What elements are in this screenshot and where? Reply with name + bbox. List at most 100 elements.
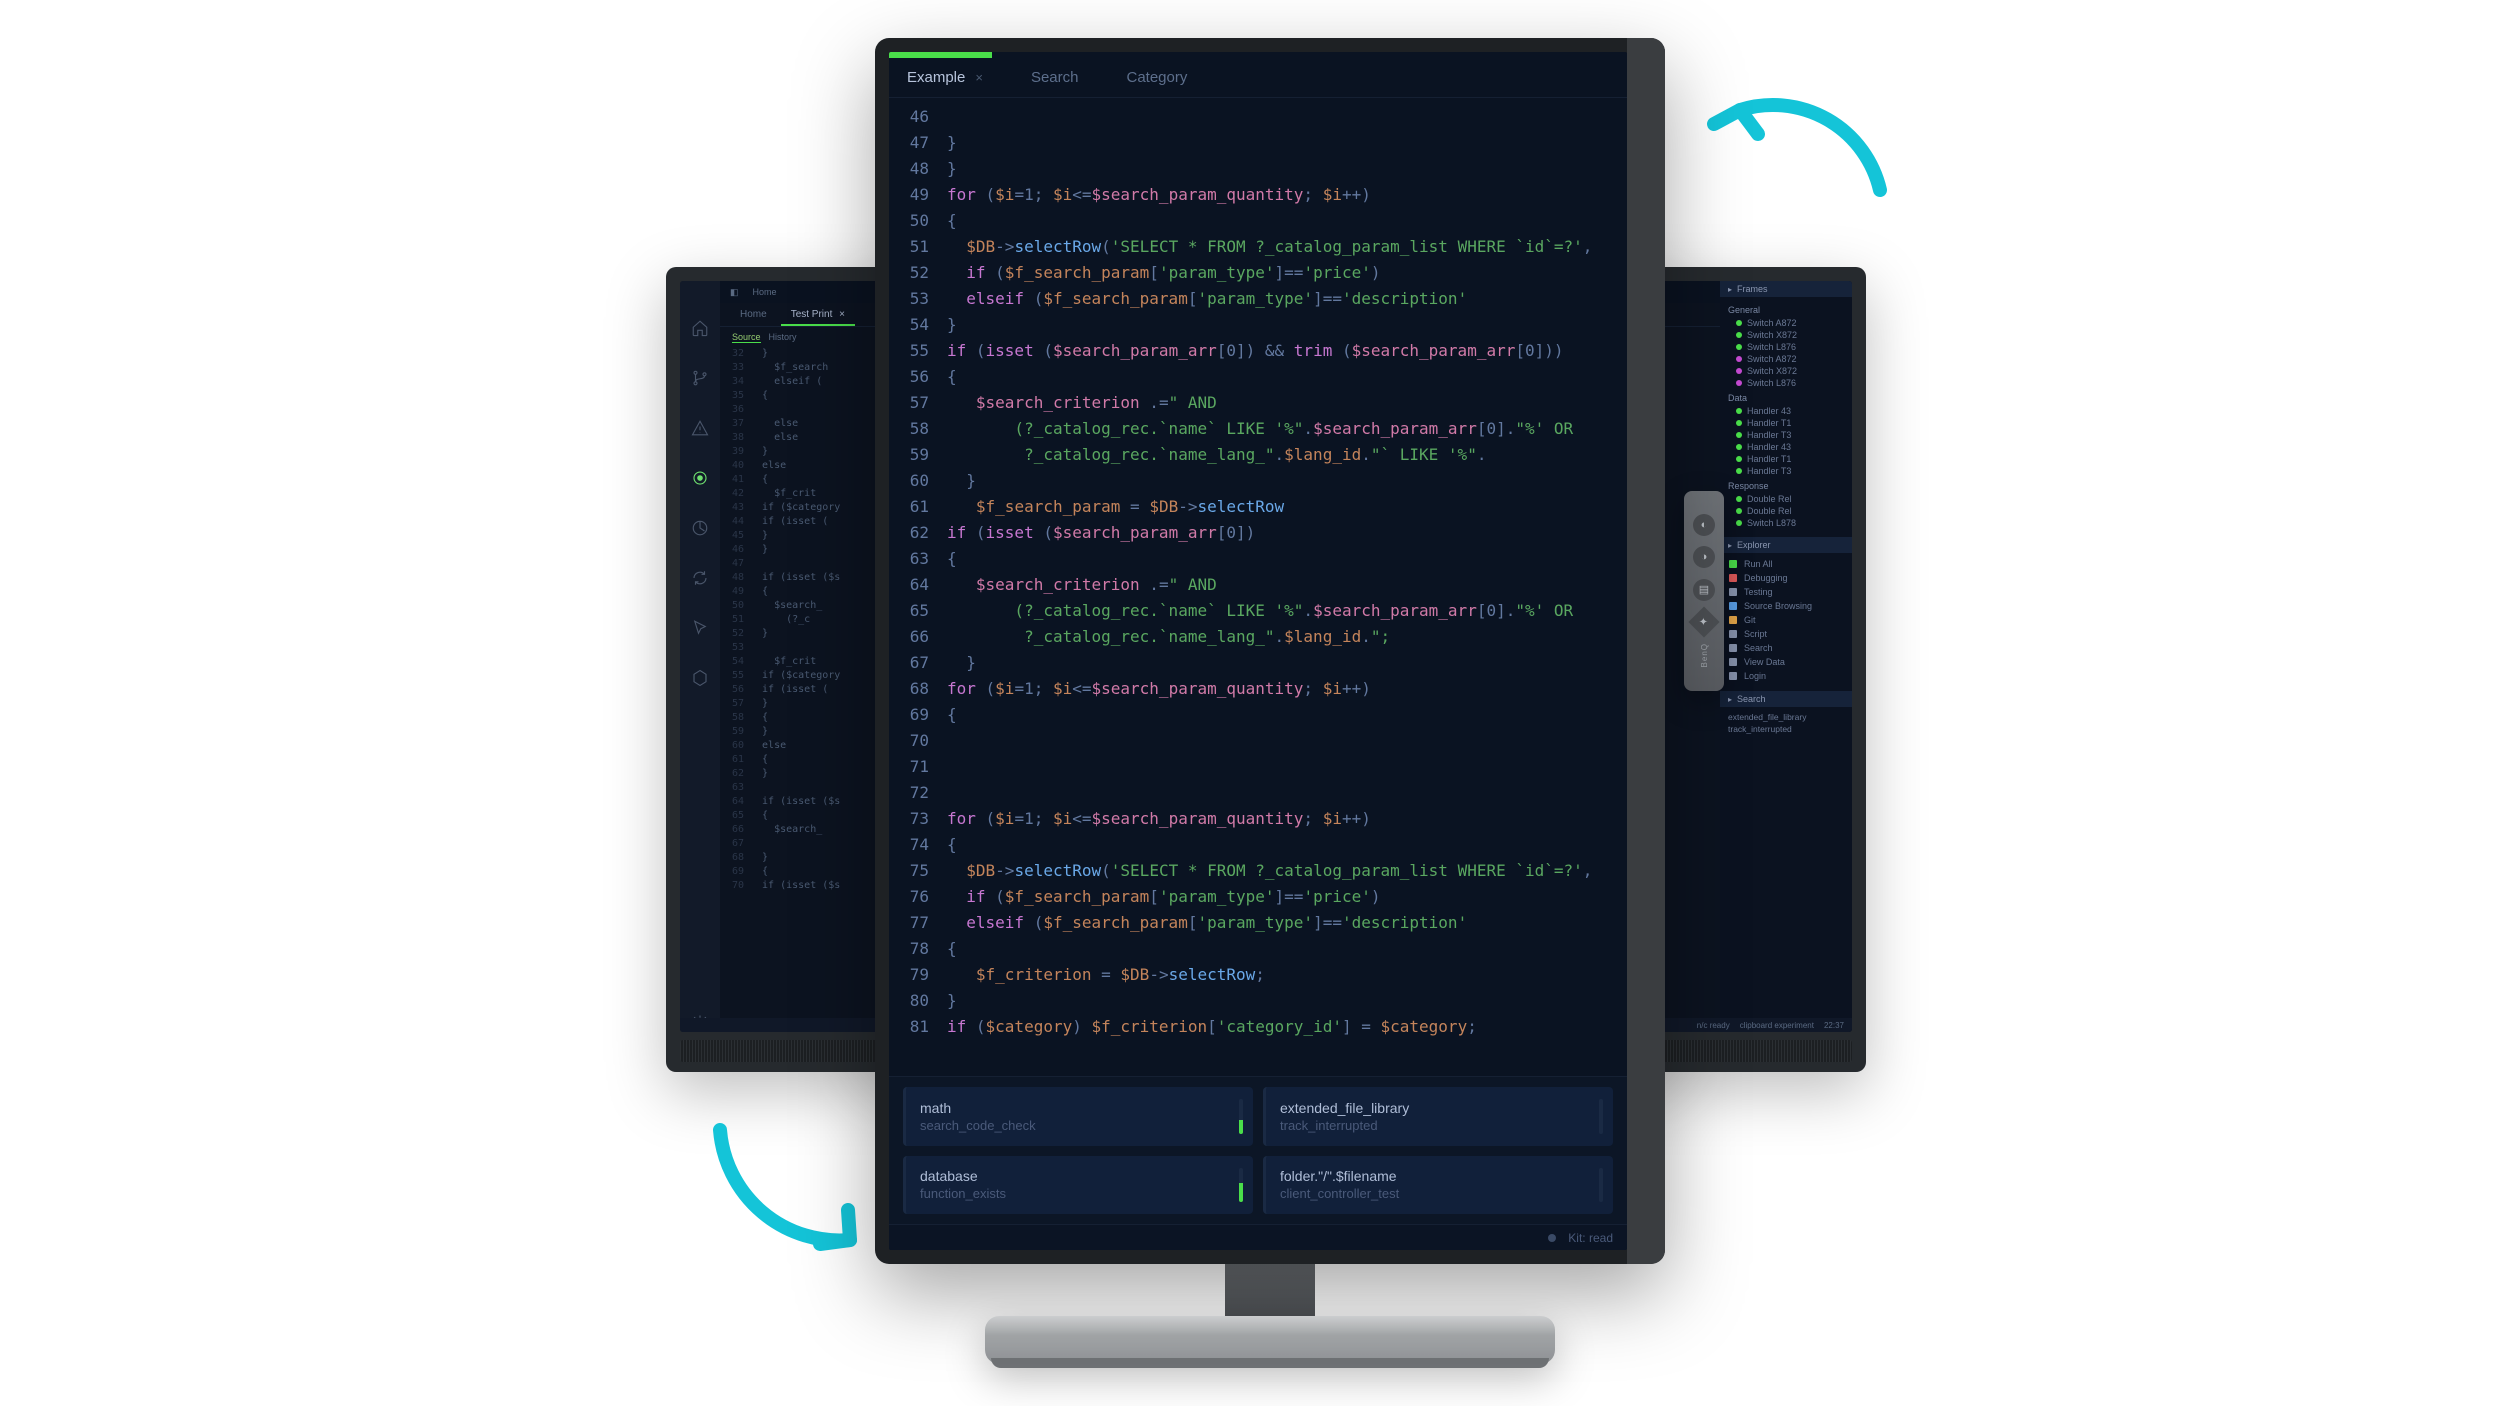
bottom-panels: mathsearch_code_checkextended_file_libra…	[889, 1076, 1627, 1224]
frame-node[interactable]: Switch A872	[1726, 353, 1846, 365]
tab-category[interactable]: Category	[1126, 69, 1187, 86]
search-result[interactable]: track_interrupted	[1728, 723, 1844, 735]
record-icon[interactable]	[691, 469, 709, 487]
tab-search[interactable]: Search	[1031, 69, 1079, 86]
hexagon-icon[interactable]	[691, 669, 709, 687]
frames-panel-header[interactable]: Frames	[1720, 281, 1852, 297]
code-line: 80}	[889, 988, 1627, 1014]
search-result[interactable]: extended_file_library	[1728, 711, 1844, 723]
code-line: 65 (?_catalog_rec.`name` LIKE '%".$searc…	[889, 598, 1627, 624]
code-line: 81if ($category) $f_criterion['category_…	[889, 1014, 1627, 1040]
explorer-list: Run AllDebuggingTestingSource BrowsingGi…	[1720, 553, 1852, 691]
panel-database[interactable]: databasefunction_exists	[903, 1156, 1253, 1215]
code-line: 77 elseif ($f_search_param['param_type']…	[889, 910, 1627, 936]
stand-base	[985, 1316, 1555, 1364]
sidebar-rail	[680, 281, 720, 1032]
puck-button-1[interactable]: ◐	[1693, 514, 1715, 536]
explorer-item-source-browsing[interactable]: Source Browsing	[1728, 599, 1844, 613]
panel-folder-filename[interactable]: folder."/".$filenameclient_controller_te…	[1263, 1156, 1613, 1215]
frame-node[interactable]: Handler 43	[1726, 441, 1846, 453]
code-line: 78{	[889, 936, 1627, 962]
monitor-portrait: Example× Search Category 4647}48}49for ($i…	[875, 38, 1665, 1264]
code-line: 79 $f_criterion = $DB->selectRow;	[889, 962, 1627, 988]
code-line: 67 }	[889, 650, 1627, 676]
puck-dpad[interactable]: ✦	[1688, 606, 1719, 637]
frame-node[interactable]: Handler 43	[1726, 405, 1846, 417]
frame-node[interactable]: Handler T1	[1726, 453, 1846, 465]
panel-math[interactable]: mathsearch_code_check	[903, 1087, 1253, 1146]
control-puck: ◐ ◑ ▤ ✦ BenQ	[1684, 491, 1724, 691]
code-line: 64 $search_criterion .=" AND	[889, 572, 1627, 598]
code-line: 51 $DB->selectRow('SELECT * FROM ?_catal…	[889, 234, 1627, 260]
code-line: 72	[889, 780, 1627, 806]
frames-tree: GeneralSwitch A872Switch X872Switch L876…	[1720, 297, 1852, 537]
code-line: 73for ($i=1; $i<=$search_param_quantity;…	[889, 806, 1627, 832]
code-line: 68for ($i=1; $i<=$search_param_quantity;…	[889, 676, 1627, 702]
warning-icon[interactable]	[691, 419, 709, 437]
search-panel-header[interactable]: Search	[1720, 691, 1852, 707]
window-control-icon: ◧	[730, 287, 739, 298]
portrait-code[interactable]: 4647}48}49for ($i=1; $i<=$search_param_q…	[889, 98, 1627, 1076]
status-dot-icon	[1548, 1234, 1556, 1242]
home-icon[interactable]	[691, 319, 709, 337]
tab-home[interactable]: Home	[730, 305, 777, 326]
puck-button-2[interactable]: ◑	[1693, 546, 1715, 568]
code-line: 46	[889, 104, 1627, 130]
branch-icon[interactable]	[691, 369, 709, 387]
landscape-right-panels: Frames GeneralSwitch A872Switch X872Swit…	[1720, 281, 1852, 1032]
search-results: extended_file_librarytrack_interrupted	[1720, 707, 1852, 739]
explorer-item-git[interactable]: Git	[1728, 613, 1844, 627]
portrait-statusbar: Kit: read	[889, 1224, 1627, 1250]
frame-node[interactable]: Switch X872	[1726, 365, 1846, 377]
frame-node[interactable]: Double Rel	[1726, 505, 1846, 517]
code-line: 70	[889, 728, 1627, 754]
close-icon[interactable]: ×	[975, 70, 983, 85]
stand-neck	[1225, 1262, 1315, 1322]
code-line: 47}	[889, 130, 1627, 156]
code-line: 61 $f_search_param = $DB->selectRow	[889, 494, 1627, 520]
code-line: 71	[889, 754, 1627, 780]
tab-example[interactable]: Example×	[907, 69, 983, 86]
code-line: 49for ($i=1; $i<=$search_param_quantity;…	[889, 182, 1627, 208]
code-line: 75 $DB->selectRow('SELECT * FROM ?_catal…	[889, 858, 1627, 884]
frame-node[interactable]: Switch L876	[1726, 341, 1846, 353]
code-line: 56{	[889, 364, 1627, 390]
code-line: 54}	[889, 312, 1627, 338]
frame-node[interactable]: Switch L878	[1726, 517, 1846, 529]
status-kit: Kit: read	[1568, 1231, 1613, 1245]
panel-extended-file-library[interactable]: extended_file_librarytrack_interrupted	[1263, 1087, 1613, 1146]
refresh-icon[interactable]	[691, 569, 709, 587]
frame-node[interactable]: Handler T3	[1726, 429, 1846, 441]
brand-label: BenQ	[1700, 643, 1709, 667]
explorer-item-search[interactable]: Search	[1728, 641, 1844, 655]
explorer-item-view-data[interactable]: View Data	[1728, 655, 1844, 669]
frame-node[interactable]: Double Rel	[1726, 493, 1846, 505]
frame-node[interactable]: Switch X872	[1726, 329, 1846, 341]
subtab-source[interactable]: Source	[732, 332, 761, 343]
explorer-item-debugging[interactable]: Debugging	[1728, 571, 1844, 585]
code-line: 59 ?_catalog_rec.`name_lang_".$lang_id."…	[889, 442, 1627, 468]
code-line: 60 }	[889, 468, 1627, 494]
explorer-item-run-all[interactable]: Run All	[1728, 557, 1844, 571]
explorer-panel-header[interactable]: Explorer	[1720, 537, 1852, 553]
code-line: 52 if ($f_search_param['param_type']=='p…	[889, 260, 1627, 286]
subtab-history[interactable]: History	[769, 332, 797, 342]
code-line: 74{	[889, 832, 1627, 858]
explorer-item-script[interactable]: Script	[1728, 627, 1844, 641]
rotate-arrow-top-icon	[1700, 80, 1900, 220]
chart-icon[interactable]	[691, 519, 709, 537]
code-line: 50{	[889, 208, 1627, 234]
explorer-item-testing[interactable]: Testing	[1728, 585, 1844, 599]
frame-node[interactable]: Switch A872	[1726, 317, 1846, 329]
frame-node[interactable]: Handler T1	[1726, 417, 1846, 429]
pointer-icon[interactable]	[691, 619, 709, 637]
code-line: 62if (isset ($search_param_arr[0])	[889, 520, 1627, 546]
explorer-item-login[interactable]: Login	[1728, 669, 1844, 683]
code-line: 53 elseif ($f_search_param['param_type']…	[889, 286, 1627, 312]
puck-button-3[interactable]: ▤	[1693, 579, 1715, 601]
code-line: 76 if ($f_search_param['param_type']=='p…	[889, 884, 1627, 910]
tab-test-print[interactable]: Test Print ×	[781, 305, 855, 326]
frame-node[interactable]: Handler T3	[1726, 465, 1846, 477]
bezel-right	[1627, 38, 1665, 1264]
frame-node[interactable]: Switch L876	[1726, 377, 1846, 389]
